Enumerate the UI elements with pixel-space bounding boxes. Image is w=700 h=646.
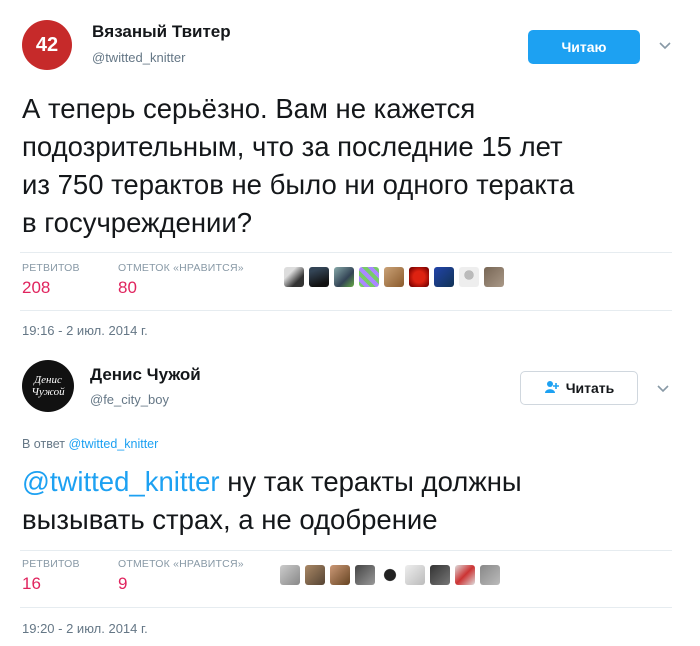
username[interactable]: @fe_city_boy xyxy=(90,392,169,407)
tweet-text-line: вызывать страх, а не одобрение xyxy=(22,504,438,535)
tweet-2: Денис Чужой Денис Чужой @fe_city_boy Чит… xyxy=(0,345,700,646)
liker-avatar[interactable] xyxy=(409,267,429,287)
reply-prefix: В ответ xyxy=(22,437,65,451)
avatar-denis[interactable]: Денис Чужой xyxy=(22,360,74,412)
liker-avatar[interactable] xyxy=(455,565,475,585)
likes-label[interactable]: ОТМЕТОК «НРАВИТСЯ» xyxy=(118,558,244,570)
follow-button[interactable]: Читать xyxy=(520,371,638,405)
tweet-timestamp[interactable]: 19:20 - 2 июл. 2014 г. xyxy=(22,621,148,636)
liker-avatar[interactable] xyxy=(380,565,400,585)
liker-avatar[interactable] xyxy=(459,267,479,287)
chevron-down-icon[interactable] xyxy=(658,38,672,56)
display-name[interactable]: Вязаный Твитер xyxy=(92,22,231,42)
tweet-text: @twitted_knitter ну так теракты должны в… xyxy=(22,463,522,539)
follow-button-label: Читать xyxy=(565,380,615,396)
likes-count[interactable]: 9 xyxy=(118,574,127,594)
divider xyxy=(20,310,672,311)
liker-avatar[interactable] xyxy=(280,565,300,585)
avatar-number: 42 xyxy=(35,33,59,56)
avatar-text: Чужой xyxy=(31,386,65,398)
liker-avatar[interactable] xyxy=(384,267,404,287)
reply-context: В ответ @twitted_knitter xyxy=(22,437,158,451)
avatar-text: Денис xyxy=(34,374,62,386)
reply-handle-link[interactable]: @twitted_knitter xyxy=(68,437,158,451)
chevron-down-icon[interactable] xyxy=(656,381,670,399)
following-button-label: Читаю xyxy=(561,39,607,55)
username[interactable]: @twitted_knitter xyxy=(92,50,185,65)
liker-avatar[interactable] xyxy=(484,267,504,287)
display-name[interactable]: Денис Чужой xyxy=(90,365,201,385)
divider xyxy=(20,550,672,551)
liker-avatar[interactable] xyxy=(309,267,329,287)
divider xyxy=(20,607,672,608)
avatar-knitter[interactable]: 42 xyxy=(22,20,72,70)
liker-avatar[interactable] xyxy=(305,565,325,585)
liker-avatar[interactable] xyxy=(405,565,425,585)
retweets-count[interactable]: 16 xyxy=(22,574,41,594)
liker-avatar[interactable] xyxy=(355,565,375,585)
tweet-text-line: из 750 терактов не было ни одного теракт… xyxy=(22,169,575,200)
retweets-count[interactable]: 208 xyxy=(22,278,50,298)
liker-avatars xyxy=(284,267,504,287)
tweet-text-line: А теперь серьёзно. Вам не кажется xyxy=(22,93,476,124)
tweet-text-line: @twitted_knitter ну так теракты должны xyxy=(22,463,522,501)
liker-avatar[interactable] xyxy=(359,267,379,287)
tweet-text-line: подозрительным, что за последние 15 лет xyxy=(22,131,563,162)
tweet-timestamp[interactable]: 19:16 - 2 июл. 2014 г. xyxy=(22,323,148,338)
liker-avatar[interactable] xyxy=(434,267,454,287)
mention-link[interactable]: @twitted_knitter xyxy=(22,466,220,497)
retweets-label[interactable]: РЕТВИТОВ xyxy=(22,262,80,274)
following-button[interactable]: Читаю xyxy=(528,30,640,64)
retweets-label[interactable]: РЕТВИТОВ xyxy=(22,558,80,570)
liker-avatar[interactable] xyxy=(334,267,354,287)
liker-avatars xyxy=(280,565,500,585)
tweet-text-fragment: ну так теракты должны xyxy=(219,466,522,497)
tweet-text: А теперь серьёзно. Вам не кажется подозр… xyxy=(22,90,574,242)
tweet-1: 42 Вязаный Твитер @twitted_knitter Читаю… xyxy=(0,0,700,345)
liker-avatar[interactable] xyxy=(284,267,304,287)
likes-count[interactable]: 80 xyxy=(118,278,137,298)
liker-avatar[interactable] xyxy=(430,565,450,585)
tweet-text-line: в госучреждении? xyxy=(22,207,253,238)
person-plus-icon xyxy=(544,380,560,397)
liker-avatar[interactable] xyxy=(480,565,500,585)
divider xyxy=(20,252,672,253)
likes-label[interactable]: ОТМЕТОК «НРАВИТСЯ» xyxy=(118,262,244,274)
liker-avatar[interactable] xyxy=(330,565,350,585)
